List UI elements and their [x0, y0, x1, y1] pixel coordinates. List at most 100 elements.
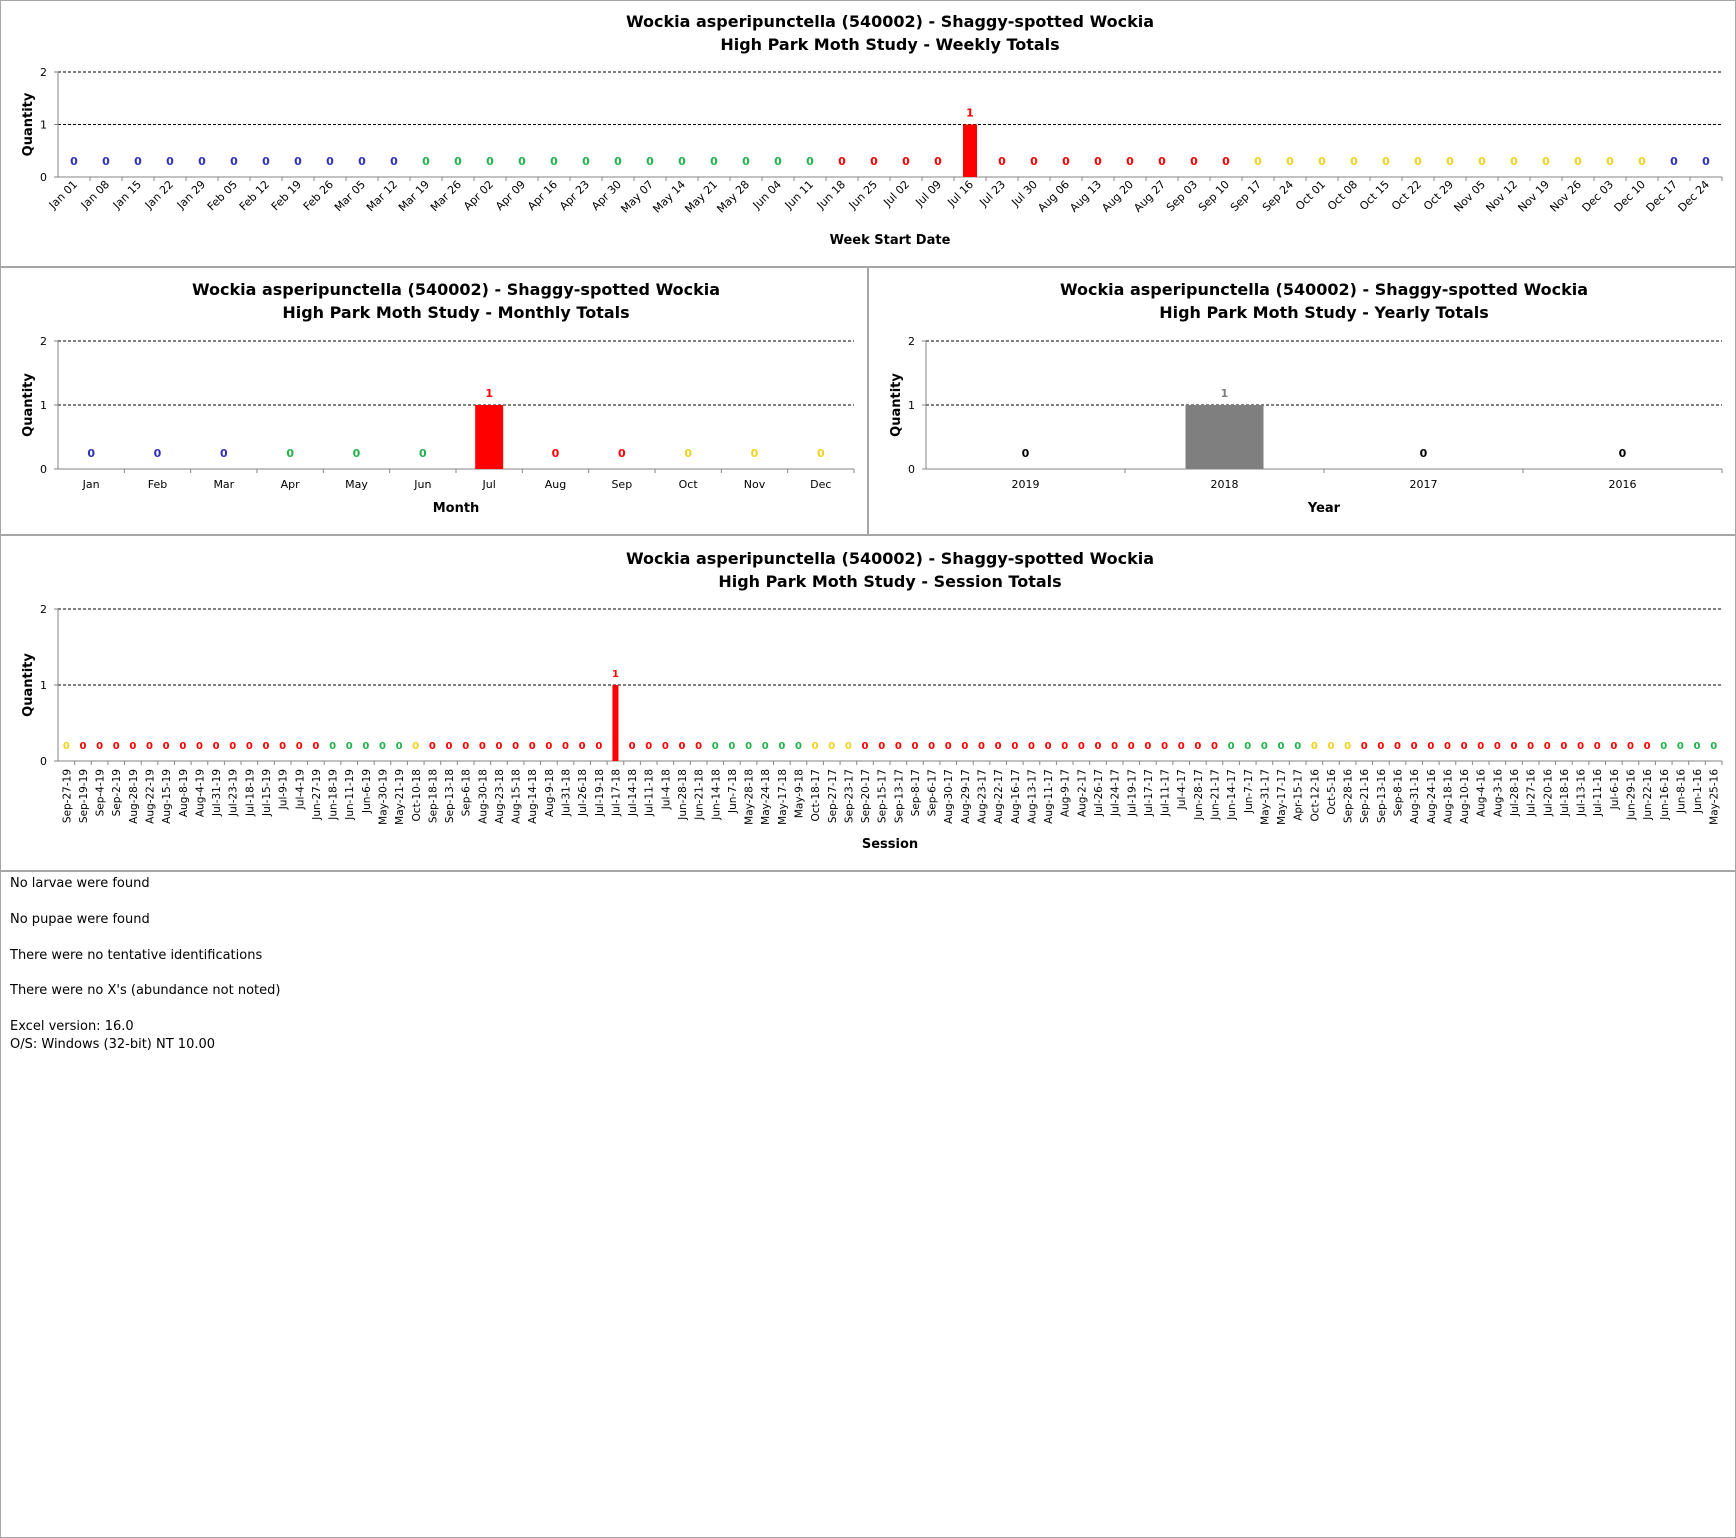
x-tick-label: Nov 26: [1547, 178, 1584, 215]
x-tick-label: Oct-12-16: [1309, 769, 1321, 822]
data-label: 0: [1244, 741, 1251, 752]
data-label: 0: [462, 741, 469, 752]
x-tick-label: Jul-6-16: [1609, 769, 1621, 811]
x-tick-label: Sep-6-18: [461, 769, 473, 816]
chart-subtitle: High Park Moth Study - Yearly Totals: [1159, 303, 1489, 322]
data-label: 0: [1078, 741, 1085, 752]
y-axis-label: Quantity: [889, 373, 904, 437]
notes-panel: No larvae were found No pupae were found…: [0, 871, 1736, 1538]
data-label: 0: [79, 741, 86, 752]
x-tick-label: Aug-8-19: [178, 769, 190, 817]
data-label: 0: [1702, 155, 1710, 168]
x-tick-label: Aug 06: [1035, 178, 1072, 215]
data-label: 0: [678, 155, 686, 168]
data-label: 0: [1527, 741, 1534, 752]
excel-version: Excel version: 16.0: [10, 1019, 134, 1034]
data-label: 0: [1560, 741, 1567, 752]
y-tick-label: 1: [40, 679, 47, 692]
x-tick-label: Jul-11-16: [1592, 769, 1604, 817]
larvae-note: No larvae were found: [10, 876, 150, 891]
data-label: 1: [485, 387, 493, 400]
data-label: 0: [486, 155, 494, 168]
x-tick-label: Aug-31-16: [1409, 769, 1421, 824]
x-tick-label: Oct-18-17: [810, 769, 822, 821]
data-label: 0: [618, 447, 626, 460]
x-tick-label: Jun-28-18: [677, 769, 689, 821]
x-tick-label: Aug 13: [1067, 178, 1104, 215]
x-tick-label: Jun-14-17: [1226, 769, 1238, 821]
x-tick-label: Apr 09: [493, 178, 528, 213]
x-tick-label: May-24-18: [760, 769, 772, 825]
data-label: 0: [294, 155, 302, 168]
data-label: 0: [154, 447, 162, 460]
x-tick-label: Aug-14-18: [527, 769, 539, 824]
x-tick-label: Sep-23-17: [843, 769, 855, 823]
x-tick-label: Oct 15: [1357, 178, 1392, 213]
x-tick-label: Jul-27-16: [1526, 769, 1538, 817]
x-tick-label: Jul 23: [976, 178, 1008, 210]
bar: [475, 405, 504, 469]
x-tick-label: Aug-22-17: [993, 769, 1005, 824]
x-tick-label: Aug 20: [1099, 178, 1136, 215]
x-tick-label: Aug-29-17: [960, 769, 972, 824]
data-label: 0: [1011, 741, 1018, 752]
x-tick-label: Sep-4-19: [95, 769, 107, 816]
data-label: 0: [362, 741, 369, 752]
x-tick-label: Oct: [679, 478, 699, 491]
data-label: 0: [902, 155, 910, 168]
data-label: 0: [1158, 155, 1166, 168]
data-label: 0: [1261, 741, 1268, 752]
data-label: 0: [1161, 741, 1168, 752]
y-tick-label: 0: [40, 463, 47, 476]
x-tick-label: Nov 12: [1483, 178, 1520, 215]
abundance-note: There were no X's (abundance not noted): [10, 983, 281, 998]
data-label: 0: [213, 741, 220, 752]
x-tick-label: Jul 09: [912, 178, 944, 210]
data-label: 0: [134, 155, 142, 168]
data-label: 0: [1606, 155, 1614, 168]
x-tick-label: 2016: [1609, 478, 1637, 491]
data-label: 0: [684, 447, 692, 460]
x-tick-label: Sep 10: [1196, 178, 1232, 214]
data-label: 0: [296, 741, 303, 752]
x-tick-label: Jul 02: [880, 178, 912, 210]
x-tick-label: Oct-5-16: [1326, 769, 1338, 815]
x-tick-label: May 14: [650, 178, 688, 216]
data-label: 0: [529, 741, 536, 752]
data-label: 0: [998, 155, 1006, 168]
x-tick-label: Jun-27-19: [311, 769, 323, 821]
x-tick-label: Jul-26-17: [1093, 769, 1105, 817]
x-tick-label: Jul-4-18: [660, 769, 672, 810]
data-label: 0: [1644, 741, 1651, 752]
data-label: 0: [695, 741, 702, 752]
data-label: 0: [1478, 155, 1486, 168]
x-tick-label: Feb 26: [301, 178, 336, 213]
x-tick-label: May-30-19: [377, 769, 389, 825]
data-label: 0: [1030, 155, 1038, 168]
data-label: 0: [828, 741, 835, 752]
x-tick-label: Aug-24-16: [1426, 769, 1438, 824]
data-label: 0: [778, 741, 785, 752]
x-tick-label: Sep-28-16: [1343, 769, 1355, 823]
data-label: 0: [562, 741, 569, 752]
x-tick-label: Jul: [482, 478, 496, 491]
data-label: 0: [1222, 155, 1230, 168]
data-label: 0: [70, 155, 78, 168]
y-tick-label: 2: [40, 335, 47, 348]
x-tick-label: Aug-16-17: [1010, 769, 1022, 824]
pupae-note: No pupae were found: [10, 912, 150, 927]
x-tick-label: Mar 12: [364, 178, 400, 214]
data-label: 0: [1061, 741, 1068, 752]
x-tick-label: Feb 05: [205, 178, 240, 213]
x-tick-label: Aug-30-17: [943, 769, 955, 824]
data-label: 0: [582, 155, 590, 168]
x-tick-label: Dec: [810, 478, 831, 491]
data-label: 0: [102, 155, 110, 168]
x-tick-label: 2017: [1410, 478, 1438, 491]
data-label: 0: [1254, 155, 1262, 168]
data-label: 0: [512, 741, 519, 752]
x-tick-label: Jul-31-19: [211, 769, 223, 817]
x-tick-label: Jun-21-18: [694, 769, 706, 821]
data-label: 0: [63, 741, 70, 752]
x-tick-label: Jul-17-18: [610, 769, 622, 817]
